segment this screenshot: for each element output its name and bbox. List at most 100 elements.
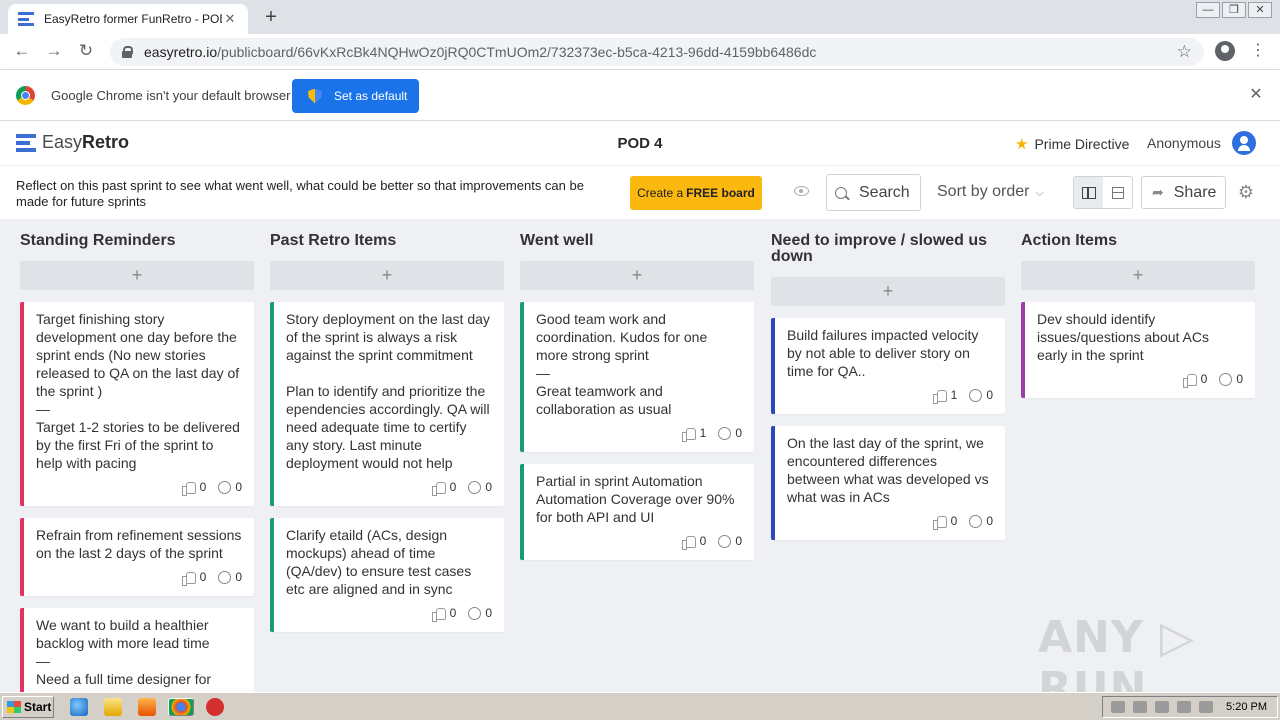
add-card-button[interactable]: +	[771, 277, 1005, 306]
add-card-button[interactable]: +	[520, 261, 754, 290]
retro-card[interactable]: Target finishing story development one d…	[20, 302, 254, 506]
vote-count: 0	[1200, 372, 1208, 386]
prime-directive-link[interactable]: ★ Prime Directive	[1015, 135, 1129, 153]
create-free-board-button[interactable]: Create a FREE board	[630, 176, 762, 210]
card-text: Plan to identify and prioritize the epen…	[286, 383, 490, 471]
url-path: /publicboard/66vKxRcBk4NQHwOz0jRQ0CTmUOm…	[217, 44, 817, 60]
easyretro-logo[interactable]: Easy Retro	[16, 132, 129, 153]
tray-arrow-icon[interactable]	[1111, 701, 1125, 713]
comment-icon[interactable]	[1219, 372, 1233, 386]
card-footer: 00	[286, 604, 492, 622]
comment-icon[interactable]	[468, 606, 482, 620]
card-text: Need a full time designer for	[36, 671, 212, 687]
network-icon[interactable]	[1155, 701, 1169, 713]
add-card-button[interactable]: +	[1021, 261, 1255, 290]
infobar-close-icon[interactable]: ✕	[1248, 84, 1264, 104]
column-title: Went well	[520, 232, 594, 249]
thumbs-up-icon[interactable]	[932, 515, 947, 530]
media-player-icon[interactable]	[138, 698, 156, 716]
avatar[interactable]	[1232, 131, 1256, 155]
restore-button[interactable]: ❐	[1222, 2, 1246, 18]
card-footer: 10	[787, 386, 993, 404]
column-layout-button[interactable]	[1074, 177, 1103, 208]
internet-explorer-icon[interactable]	[70, 698, 88, 716]
tab-close-icon[interactable]: ✕	[222, 11, 238, 27]
comment-icon[interactable]	[969, 388, 983, 402]
add-card-button[interactable]: +	[270, 261, 504, 290]
retro-card[interactable]: Story deployment on the last day of the …	[270, 302, 504, 506]
retro-card[interactable]: We want to build a healthier backlog wit…	[20, 608, 254, 692]
stop-icon[interactable]	[206, 698, 224, 716]
layout-toggle	[1073, 176, 1133, 209]
default-browser-infobar: Google Chrome isn't your default browser	[0, 70, 1280, 121]
retro-card[interactable]: Dev should identify issues/questions abo…	[1021, 302, 1255, 398]
browser-tab[interactable]: EasyRetro former FunRetro - POD 4 ✕	[8, 4, 248, 34]
minimize-button[interactable]: —	[1196, 2, 1220, 18]
comment-count: 0	[485, 606, 492, 620]
card-text: Target finishing story development one d…	[36, 311, 240, 399]
user-name[interactable]: Anonymous	[1147, 135, 1221, 151]
close-window-button[interactable]: ✕	[1248, 2, 1272, 18]
clock: 5:20 PM	[1226, 701, 1267, 713]
forward-button[interactable]: →	[42, 41, 66, 61]
profile-icon[interactable]	[1215, 41, 1235, 61]
card-footer: 00	[1037, 370, 1243, 388]
retro-card[interactable]: Refrain from refinement sessions on the …	[20, 518, 254, 596]
thumbs-up-icon[interactable]	[431, 481, 446, 496]
new-tab-button[interactable]: +	[260, 6, 282, 29]
back-button[interactable]: ←	[10, 41, 34, 61]
thumbs-up-icon[interactable]	[431, 607, 446, 622]
set-as-default-button[interactable]: Set as default	[292, 79, 419, 113]
gear-icon[interactable]: ⚙	[1237, 183, 1255, 201]
share-button[interactable]: ➦ Share	[1141, 176, 1226, 209]
thumbs-up-icon[interactable]	[1182, 373, 1197, 388]
vote-count: 0	[950, 514, 958, 528]
thumbs-up-icon[interactable]	[681, 427, 696, 442]
share-label: Share	[1173, 183, 1217, 201]
comment-icon[interactable]	[718, 426, 732, 440]
comment-icon[interactable]	[218, 480, 232, 494]
bookmark-star-icon[interactable]: ☆	[1177, 42, 1192, 62]
thumbs-up-icon[interactable]	[932, 389, 947, 404]
column-title: Standing Reminders	[20, 232, 176, 249]
comment-icon[interactable]	[718, 534, 732, 548]
column: Went well + Good team work and coordinatio…	[520, 219, 754, 560]
chrome-taskbar-icon[interactable]	[168, 698, 194, 716]
comment-count: 0	[986, 388, 993, 402]
create-prefix: Create a	[637, 186, 684, 200]
chrome-menu-icon[interactable]: ⋮	[1250, 40, 1266, 60]
add-card-button[interactable]: +	[20, 261, 254, 290]
eye-icon[interactable]	[794, 186, 809, 196]
search-button[interactable]: Search	[826, 174, 921, 211]
sort-dropdown[interactable]: Sort by order ⌵	[937, 183, 1044, 201]
flag-icon[interactable]	[1199, 701, 1213, 713]
card-footer: 00	[286, 478, 492, 496]
retro-card[interactable]: Good team work and coordination. Kudos f…	[520, 302, 754, 452]
thumbs-up-icon[interactable]	[181, 481, 196, 496]
comment-icon[interactable]	[969, 514, 983, 528]
retro-card[interactable]: Clarify etaild (ACs, design mockups) ahe…	[270, 518, 504, 632]
comment-icon[interactable]	[468, 480, 482, 494]
thumbs-up-icon[interactable]	[181, 571, 196, 586]
comment-icon[interactable]	[218, 570, 232, 584]
windows-taskbar: Start 5:20 PM	[0, 692, 1280, 720]
folder-icon[interactable]	[104, 698, 122, 716]
lock-icon	[122, 46, 133, 58]
retro-card[interactable]: On the last day of the sprint, we encoun…	[771, 426, 1005, 540]
volume-icon[interactable]	[1133, 701, 1147, 713]
card-text: Story deployment on the last day of the …	[286, 311, 490, 363]
chevron-down-icon: ⌵	[1035, 187, 1044, 199]
logo-retro-text: Retro	[82, 132, 130, 152]
comment-count: 0	[1236, 372, 1243, 386]
easyretro-favicon-icon	[18, 12, 34, 26]
window-controls: — ❐ ✕	[1196, 2, 1272, 18]
retro-card[interactable]: Build failures impacted velocity by not …	[771, 318, 1005, 414]
reload-button[interactable]: ↻	[74, 41, 98, 61]
start-button[interactable]: Start	[2, 696, 54, 718]
thumbs-up-icon[interactable]	[681, 535, 696, 550]
url-field[interactable]: easyretro.io/publicboard/66vKxRcBk4NQHwO…	[110, 38, 1204, 66]
retro-card[interactable]: Partial in sprint Automation Automation …	[520, 464, 754, 560]
card-text: Refrain from refinement sessions on the …	[36, 527, 242, 561]
row-layout-button[interactable]	[1103, 177, 1132, 208]
tray-device-icon[interactable]	[1177, 701, 1191, 713]
